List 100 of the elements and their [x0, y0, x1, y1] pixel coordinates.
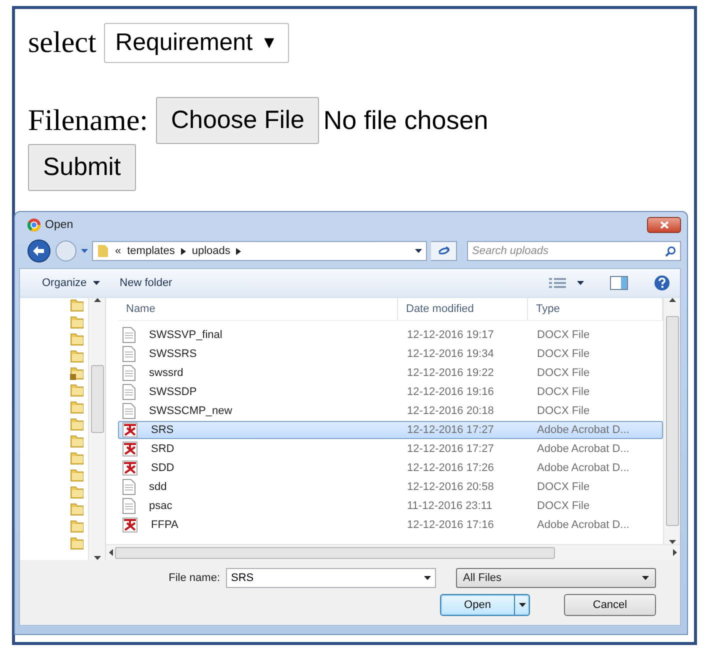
open-button[interactable]: Open	[440, 594, 530, 616]
browser-logo-icon	[27, 218, 41, 232]
file-row[interactable]: psac 11-12-2016 23:11 DOCX File	[118, 497, 663, 515]
organize-menu[interactable]: Organize	[36, 275, 106, 291]
folder-icon[interactable]	[70, 298, 84, 312]
address-bar[interactable]: « templates uploads	[92, 241, 427, 261]
file-name: SDD	[150, 462, 174, 474]
folder-icon[interactable]	[70, 485, 84, 499]
file-row[interactable]: SDD 12-12-2016 17:26 Adobe Acrobat D...	[118, 459, 663, 477]
help-icon[interactable]	[654, 275, 670, 291]
pdf-file-icon	[122, 460, 138, 476]
folder-icon	[97, 244, 109, 258]
breadcrumb-item[interactable]: uploads	[192, 245, 230, 257]
folder-icon[interactable]	[70, 400, 84, 414]
file-name: psac	[148, 500, 172, 512]
date-modified: 12-12-2016 19:22	[406, 367, 495, 379]
scrollbar-thumb[interactable]	[90, 365, 104, 433]
scrollbar-thumb[interactable]	[115, 546, 555, 558]
folder-icon[interactable]	[70, 315, 84, 329]
file-type: DOCX File	[536, 367, 591, 379]
file-row[interactable]: SWSSCMP_new 12-12-2016 20:18 DOCX File	[118, 402, 663, 420]
file-row[interactable]: SRS 12-12-2016 17:27 Adobe Acrobat D...	[118, 421, 663, 439]
chevron-icon	[180, 248, 186, 254]
file-type: Adobe Acrobat D...	[536, 462, 630, 474]
date-modified: 12-12-2016 19:16	[406, 386, 495, 398]
folder-icon[interactable]	[70, 519, 84, 533]
overflow-chevrons[interactable]: «	[115, 245, 122, 257]
search-icon	[665, 246, 676, 256]
folder-icon[interactable]	[70, 502, 84, 516]
dropdown-caret-icon	[424, 576, 431, 580]
file-type: DOCX File	[536, 329, 591, 341]
file-name-field[interactable]: SRS	[226, 568, 436, 588]
file-type: DOCX File	[536, 500, 591, 512]
column-header[interactable]: Name	[118, 298, 398, 320]
file-type: Adobe Acrobat D...	[536, 443, 630, 455]
file-row[interactable]: sdd 12-12-2016 20:58 DOCX File	[118, 478, 663, 496]
search-field[interactable]: Search uploads	[467, 241, 681, 261]
file-name: SWSSCMP_new	[148, 405, 232, 417]
file-row[interactable]: SWSSRS 12-12-2016 19:34 DOCX File	[118, 345, 663, 363]
file-row[interactable]: SWSSVP_final 12-12-2016 19:17 DOCX File	[118, 326, 663, 344]
document-icon	[122, 365, 136, 381]
choose-file-button[interactable]: Choose File	[156, 97, 320, 144]
folder-icon[interactable]	[70, 332, 84, 346]
file-name: SWSSVP_final	[148, 329, 222, 341]
date-modified: 12-12-2016 20:18	[406, 405, 495, 417]
locked-folder-icon[interactable]	[70, 366, 84, 380]
scroll-left-icon[interactable]	[109, 549, 113, 556]
scroll-right-icon[interactable]	[673, 549, 677, 556]
document-icon	[122, 479, 136, 495]
new-folder-button[interactable]: New folder	[114, 275, 178, 291]
document-icon	[122, 498, 136, 514]
file-row[interactable]: swssrd 12-12-2016 19:22 DOCX File	[118, 364, 663, 382]
pdf-file-icon	[122, 441, 138, 457]
requirement-dropdown[interactable]: Requirement ▼	[104, 23, 289, 63]
breadcrumb-item[interactable]: templates	[127, 245, 175, 257]
document-icon	[122, 403, 136, 419]
caret-icon	[92, 281, 100, 285]
folder-icon[interactable]	[70, 468, 84, 482]
folder-icon[interactable]	[70, 434, 84, 448]
document-icon	[122, 384, 136, 400]
folder-icon[interactable]	[70, 451, 84, 465]
history-caret-icon	[81, 249, 88, 253]
file-type: Adobe Acrobat D...	[536, 424, 630, 436]
dropdown-caret-icon	[642, 576, 649, 580]
caret-icon	[577, 281, 584, 285]
submit-button[interactable]: Submit	[28, 144, 136, 191]
date-modified: 12-12-2016 19:17	[406, 329, 495, 341]
file-name: SWSSRS	[148, 348, 197, 360]
dropdown-caret-icon	[518, 603, 526, 607]
folder-icon[interactable]	[70, 383, 84, 397]
close-icon	[660, 221, 668, 229]
file-type: DOCX File	[536, 481, 591, 493]
view-options-icon[interactable]	[549, 277, 569, 289]
folder-icon[interactable]	[70, 536, 84, 550]
cancel-button[interactable]: Cancel	[564, 594, 656, 616]
document-icon	[122, 346, 136, 362]
file-row[interactable]: FFPA 12-12-2016 17:16 Adobe Acrobat D...	[118, 516, 663, 534]
file-type: DOCX File	[536, 348, 591, 360]
filename-label: Filename:	[28, 104, 148, 138]
file-type: DOCX File	[536, 386, 591, 398]
scrollbar-thumb[interactable]	[666, 316, 678, 526]
preview-pane-icon[interactable]	[610, 276, 628, 290]
file-name: SRD	[150, 443, 174, 455]
file-type: DOCX File	[536, 405, 591, 417]
folder-icon[interactable]	[70, 349, 84, 363]
back-button[interactable]	[27, 239, 51, 263]
column-header[interactable]: Date modified	[398, 298, 528, 320]
date-modified: 12-12-2016 19:34	[406, 348, 495, 360]
date-modified: 12-12-2016 20:58	[406, 481, 495, 493]
date-modified: 12-12-2016 17:26	[406, 462, 495, 474]
file-row[interactable]: SRD 12-12-2016 17:27 Adobe Acrobat D...	[118, 440, 663, 458]
file-name-label: File name:	[168, 572, 220, 584]
refresh-button[interactable]	[431, 241, 457, 261]
file-row[interactable]: SWSSDP 12-12-2016 19:16 DOCX File	[118, 383, 663, 401]
file-type: Adobe Acrobat D...	[536, 519, 630, 531]
scroll-down-icon[interactable]	[94, 556, 100, 560]
folder-icon[interactable]	[70, 417, 84, 431]
close-button[interactable]	[647, 217, 681, 233]
file-name: SWSSDP	[148, 386, 197, 398]
file-type-dropdown[interactable]: All Files	[456, 568, 656, 588]
